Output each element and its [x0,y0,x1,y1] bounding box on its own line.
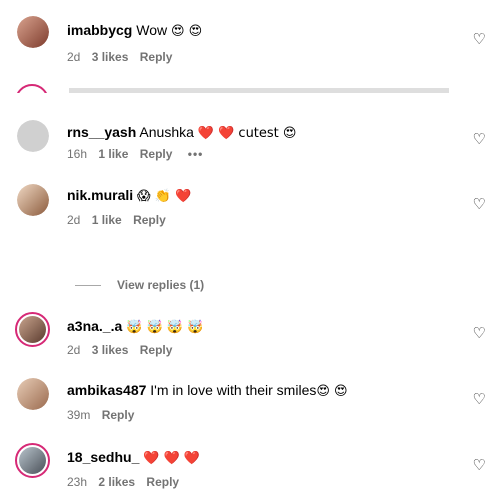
comment-emoji: 🤯 🤯 🤯 🤯 [126,320,204,335]
reply-button[interactable]: Reply [102,408,135,422]
comment-time: 16h [67,147,88,161]
heart-outline-icon[interactable]: ♡ [473,456,486,474]
comment-text: Anushka [139,124,194,140]
comment-item: ambikas487 I'm in love with their smiles… [0,378,500,438]
comment-time: 2d [67,213,81,227]
view-replies-button[interactable]: View replies (1) [75,278,204,292]
comment-likes[interactable]: 1 like [98,147,128,161]
comment-emoji: 😍 😍 [316,384,348,399]
comment-likes[interactable]: 1 like [92,213,122,227]
heart-outline-icon[interactable]: ♡ [473,30,486,48]
comment-item: rns__yash Anushka ❤️ ❤️ cutest 😍 16h 1 l… [0,120,500,180]
reply-button[interactable]: Reply [146,475,179,489]
comment-likes[interactable]: 3 likes [92,50,129,64]
comment-time: 39m [67,408,91,422]
comment-likes[interactable]: 2 likes [98,475,135,489]
comment-item: a3na._.a 🤯 🤯 🤯 🤯 2d 3 likes Reply ♡ [0,312,500,372]
comment-text: I'm in love with their smiles [150,382,317,398]
heart-outline-icon[interactable]: ♡ [473,324,486,342]
avatar[interactable] [17,120,49,152]
comments-strip-2: rns__yash Anushka ❤️ ❤️ cutest 😍 16h 1 l… [0,100,500,253]
comment-emoji: ❤️ ❤️ cutest 😍 [197,126,297,141]
comment-username[interactable]: ambikas487 [67,382,146,398]
reply-button[interactable]: Reply [140,343,173,357]
avatar[interactable] [17,184,49,216]
reply-button[interactable]: Reply [140,50,173,64]
comment-likes[interactable]: 3 likes [92,343,129,357]
comment-username[interactable]: rns__yash [67,124,136,140]
heart-outline-icon[interactable]: ♡ [473,195,486,213]
comment-username[interactable]: nik.murali [67,187,133,203]
avatar[interactable] [15,443,50,478]
comment-text: Wow [136,22,168,38]
avatar[interactable] [17,16,49,48]
comment-username[interactable]: a3na._.a [67,318,122,334]
comment-time: 2d [67,50,81,64]
comment-time: 23h [67,475,88,489]
reply-button[interactable]: Reply [133,213,166,227]
comment-emoji: ❤️ ❤️ ❤️ [143,451,201,466]
comment-emoji: 😱 👏 ❤️ [137,189,192,204]
comments-strip-3: View replies (1) a3na._.a 🤯 🤯 🤯 🤯 2d 3 l… [0,260,500,500]
heart-outline-icon[interactable]: ♡ [473,130,486,148]
comment-item: imabbycg Wow 😍 😍 2d 3 likes Reply ♡ [0,16,500,76]
avatar[interactable] [17,378,49,410]
comment-item: 18_sedhu_ ❤️ ❤️ ❤️ 23h 2 likes Reply ♡ [0,443,500,498]
comment-username[interactable]: imabbycg [67,22,132,38]
more-options-icon[interactable]: ••• [188,147,204,161]
comment-time: 2d [67,343,81,357]
comment-username[interactable]: 18_sedhu_ [67,449,139,465]
reply-button[interactable]: Reply [140,147,173,161]
heart-outline-icon[interactable]: ♡ [473,390,486,408]
comment-item: nik.murali 😱 👏 ❤️ 2d 1 like Reply ♡ [0,184,500,244]
comment-emoji: 😍 😍 [171,24,203,39]
comments-strip-1: imabbycg Wow 😍 😍 2d 3 likes Reply ♡ [0,0,500,93]
avatar[interactable] [15,312,50,347]
